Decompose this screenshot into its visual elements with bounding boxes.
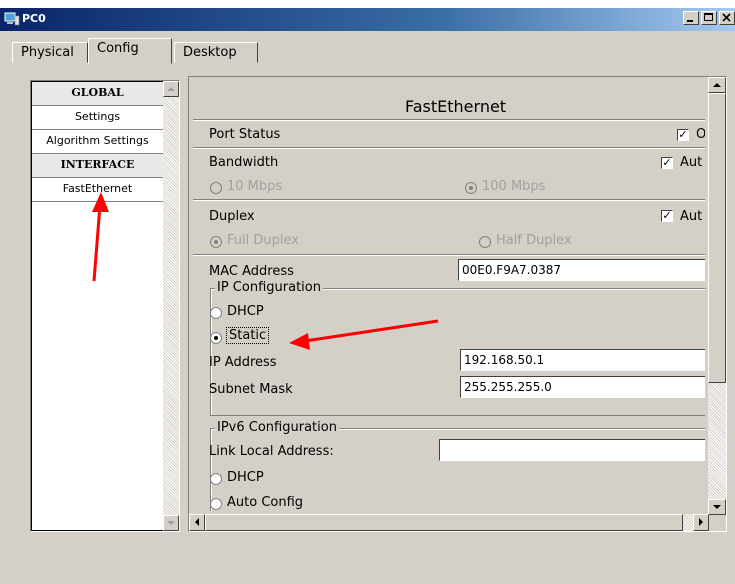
- ipv4-static-radio[interactable]: [210, 332, 222, 344]
- arrow-down-icon: [167, 521, 175, 525]
- duplex-label: Duplex: [209, 209, 255, 224]
- nav-item-settings[interactable]: Settings: [32, 106, 163, 130]
- maximize-icon: [704, 13, 713, 21]
- panel-scroll-left-button[interactable]: [189, 514, 205, 531]
- half-duplex-label: Half Duplex: [496, 233, 572, 248]
- ipv6-dhcp-radio[interactable]: [210, 473, 222, 485]
- panel-scroll-right-button[interactable]: [693, 514, 709, 531]
- divider: [193, 254, 705, 256]
- panel-scroll-down-button[interactable]: [708, 499, 726, 515]
- subnet-mask-label: Subnet Mask: [209, 382, 293, 397]
- ip-address-field[interactable]: 192.168.50.1: [460, 349, 705, 371]
- mac-address-label: MAC Address: [209, 264, 294, 279]
- nav-scroll-down-button[interactable]: [163, 515, 179, 531]
- tab-desktop[interactable]: Desktop: [174, 42, 258, 63]
- port-status-check-label: O: [696, 127, 705, 142]
- port-status-label: Port Status: [209, 127, 281, 142]
- panel-vertical-scrollbar[interactable]: [708, 77, 726, 515]
- arrow-right-icon: [699, 518, 703, 526]
- divider: [193, 147, 705, 149]
- bandwidth-auto-label: Aut: [680, 155, 703, 170]
- nav-scroll-up-button[interactable]: [163, 81, 179, 97]
- tab-physical-label: Physical: [21, 45, 74, 60]
- nav-header-interface: INTERFACE: [32, 154, 163, 178]
- panel-scroll-thumb[interactable]: [708, 93, 726, 383]
- port-status-checkbox[interactable]: ✓: [677, 129, 689, 141]
- nav-header-global: GLOBAL: [32, 82, 163, 106]
- maximize-button[interactable]: [701, 11, 717, 25]
- ipv6-dhcp-label: DHCP: [227, 470, 264, 485]
- minimize-icon: [687, 20, 693, 22]
- tab-config-label: Config: [97, 41, 139, 56]
- link-local-field[interactable]: [439, 439, 705, 461]
- full-duplex-label: Full Duplex: [227, 233, 299, 248]
- title-bar[interactable]: PC0: [0, 8, 735, 31]
- ip-config-group-label: IP Configuration: [215, 280, 323, 295]
- duplex-auto-label: Aut: [680, 209, 703, 224]
- nav-scrollbar[interactable]: [163, 81, 179, 531]
- full-duplex-radio[interactable]: [210, 236, 222, 248]
- ipv4-dhcp-label: DHCP: [227, 304, 264, 319]
- half-duplex-radio[interactable]: [479, 236, 491, 248]
- arrow-up-icon: [713, 83, 721, 87]
- panel-scroll-up-button[interactable]: [708, 77, 726, 93]
- close-button[interactable]: [719, 11, 735, 25]
- nav-item-algorithm-settings[interactable]: Algorithm Settings: [32, 130, 163, 154]
- ipv6-auto-config-label: Auto Config: [227, 495, 304, 510]
- pc-icon: [4, 12, 20, 26]
- tab-desktop-label: Desktop: [183, 45, 237, 60]
- window-title: PC0: [22, 12, 46, 25]
- arrow-left-icon: [195, 518, 199, 526]
- nav-item-fastethernet[interactable]: FastEthernet: [32, 178, 163, 202]
- bandwidth-auto-checkbox[interactable]: ✓: [661, 157, 673, 169]
- bandwidth-100-label: 100 Mbps: [482, 179, 546, 194]
- bandwidth-100-radio[interactable]: [465, 182, 477, 194]
- bandwidth-10-radio[interactable]: [210, 182, 222, 194]
- ipv4-static-label: Static: [226, 327, 270, 344]
- close-icon: [722, 13, 731, 22]
- divider: [193, 199, 705, 201]
- ipv4-dhcp-radio[interactable]: [210, 307, 222, 319]
- ipv6-config-group-label: IPv6 Configuration: [215, 420, 339, 435]
- mac-address-field[interactable]: 00E0.F9A7.0387: [458, 259, 705, 281]
- bandwidth-label: Bandwidth: [209, 155, 279, 170]
- arrow-down-icon: [713, 505, 721, 509]
- tab-config[interactable]: Config: [88, 38, 172, 64]
- ip-address-label: IP Address: [209, 355, 277, 370]
- duplex-auto-checkbox[interactable]: ✓: [661, 210, 673, 222]
- divider: [193, 119, 705, 121]
- panel-hscroll-thumb[interactable]: [205, 514, 683, 531]
- link-local-label: Link Local Address:: [209, 444, 334, 459]
- minimize-button[interactable]: [683, 11, 699, 25]
- tab-physical[interactable]: Physical: [12, 42, 88, 63]
- bandwidth-10-label: 10 Mbps: [227, 179, 283, 194]
- config-nav-list: GLOBAL Settings Algorithm Settings INTER…: [30, 80, 180, 532]
- fastethernet-panel: FastEthernet Port Status ✓ O Bandwidth ✓…: [188, 76, 727, 532]
- ipv6-auto-config-radio[interactable]: [210, 498, 222, 510]
- subnet-mask-field[interactable]: 255.255.255.0: [460, 376, 705, 398]
- panel-horizontal-scrollbar[interactable]: [189, 514, 709, 531]
- panel-title: FastEthernet: [405, 97, 507, 116]
- arrow-up-icon: [167, 87, 175, 91]
